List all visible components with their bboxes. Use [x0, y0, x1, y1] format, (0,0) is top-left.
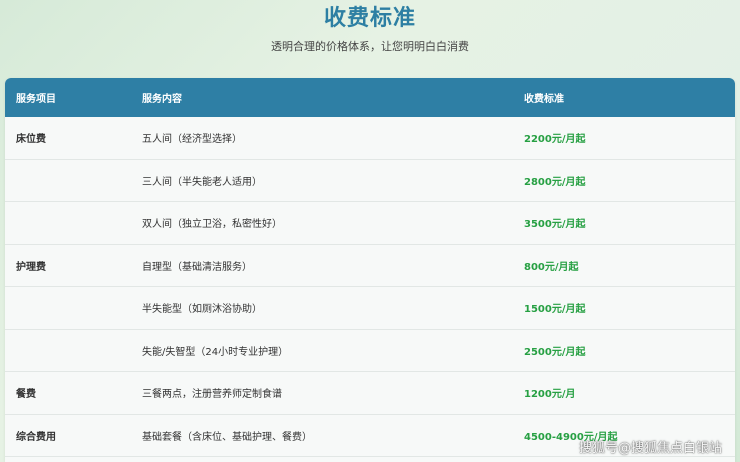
row-item: 护理费: [16, 261, 46, 273]
row-content: 半失能型（如厕沐浴协助）: [142, 304, 262, 316]
table-header: 服务项目 服务内容 收费标准: [5, 78, 735, 117]
table-row: 三人间（半失能老人适用） 2800元/月起: [5, 160, 735, 202]
row-content: 自理型（基础清洁服务）: [142, 261, 252, 273]
column-header-price: 收费标准: [524, 94, 564, 105]
row-content: 五人间（经济型选择）: [142, 134, 242, 146]
table-row: 失能/失智型（24小时专业护理） 2500元/月起: [5, 330, 735, 372]
table-row: 半失能型（如厕沐浴协助） 1500元/月起: [5, 287, 735, 330]
row-price: 800元/月起: [524, 261, 579, 273]
table-row: 床位费 五人间（经济型选择） 2200元/月起: [5, 117, 735, 160]
row-item: 综合费用: [16, 431, 56, 443]
row-item: 床位费: [16, 134, 46, 146]
row-price: 2500元/月起: [524, 346, 586, 358]
column-header-item: 服务项目: [16, 94, 56, 105]
table-row: 护理费 自理型（基础清洁服务） 800元/月起: [5, 245, 735, 287]
table-row: 双人间（独立卫浴，私密性好） 3500元/月起: [5, 202, 735, 245]
row-price: 2200元/月起: [524, 134, 586, 146]
row-content: 双人间（独立卫浴，私密性好）: [142, 219, 282, 231]
row-item: 餐费: [16, 389, 36, 401]
table-row: 餐费 三餐两点，注册营养师定制食谱 1200元/月: [5, 372, 735, 415]
row-price: 2800元/月起: [524, 176, 586, 188]
row-content: 三人间（半失能老人适用）: [142, 176, 262, 188]
page-title: 收费标准: [323, 6, 416, 31]
row-price: 1200元/月: [524, 389, 576, 401]
watermark: 搜狐号@搜狐焦点白银站: [578, 441, 722, 456]
pricing-table: 服务项目 服务内容 收费标准 床位费 五人间（经济型选择） 2200元/月起 三…: [5, 78, 735, 462]
row-content: 三餐两点，注册营养师定制食谱: [142, 389, 282, 401]
row-content: 失能/失智型（24小时专业护理）: [142, 346, 289, 358]
page-subtitle: 透明合理的价格体系，让您明明白白消费: [271, 40, 469, 53]
row-price: 1500元/月起: [524, 304, 586, 316]
row-content: 基础套餐（含床位、基础护理、餐费）: [142, 431, 312, 443]
row-price: 3500元/月起: [524, 219, 586, 231]
column-header-content: 服务内容: [142, 94, 182, 105]
